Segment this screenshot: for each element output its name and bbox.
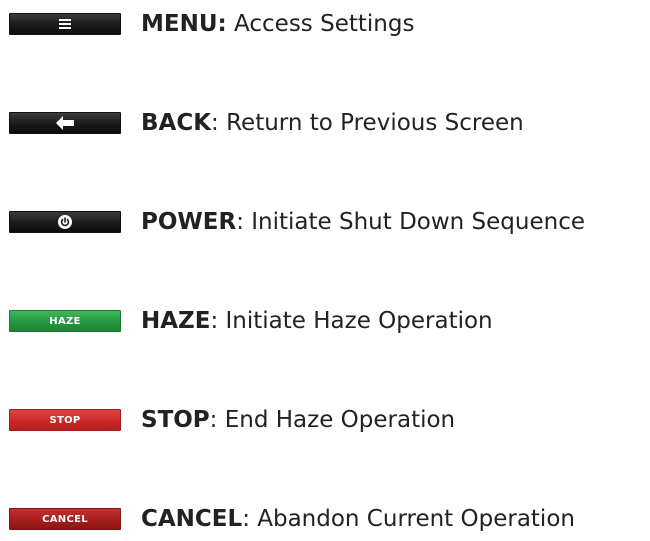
cancel-desc-text: : Abandon Current Operation [242,506,575,532]
legend-row-stop: STOP STOP: End Haze Operation [0,401,650,441]
menu-desc-text: Access Settings [226,11,415,37]
power-description: POWER: Initiate Shut Down Sequence [141,207,585,237]
legend-row-power: POWER: Initiate Shut Down Sequence [0,203,650,243]
haze-button[interactable]: HAZE [9,310,121,332]
haze-desc-text: : Initiate Haze Operation [210,308,493,334]
back-desc-text: : Return to Previous Screen [211,110,524,136]
hamburger-menu-icon [59,19,71,29]
haze-description: HAZE: Initiate Haze Operation [141,306,493,336]
haze-key-label: HAZE [141,308,211,334]
back-button[interactable] [9,112,121,134]
power-key-label: POWER [141,209,237,235]
cancel-key-label: CANCEL [141,506,243,532]
cancel-description: CANCEL: Abandon Current Operation [141,504,575,534]
menu-key-label: MENU: [141,11,227,37]
cancel-button-label: CANCEL [42,513,88,525]
legend-row-cancel: CANCEL CANCEL: Abandon Current Operation [0,500,650,540]
power-desc-text: : Initiate Shut Down Sequence [236,209,586,235]
legend-row-haze: HAZE HAZE: Initiate Haze Operation [0,302,650,342]
stop-button[interactable]: STOP [9,409,121,431]
haze-button-label: HAZE [49,315,81,327]
stop-key-label: STOP [141,407,210,433]
back-key-label: BACK [141,110,212,136]
stop-description: STOP: End Haze Operation [141,405,455,435]
back-description: BACK: Return to Previous Screen [141,108,524,138]
menu-button[interactable] [9,13,121,35]
power-icon [58,215,72,229]
legend-row-back: BACK: Return to Previous Screen [0,104,650,144]
power-button[interactable] [9,211,121,233]
menu-description: MENU: Access Settings [141,9,414,39]
left-arrow-icon [56,116,74,130]
stop-button-label: STOP [49,414,81,426]
stop-desc-text: : End Haze Operation [209,407,456,433]
cancel-button[interactable]: CANCEL [9,508,121,530]
legend-row-menu: MENU: Access Settings [0,5,650,45]
